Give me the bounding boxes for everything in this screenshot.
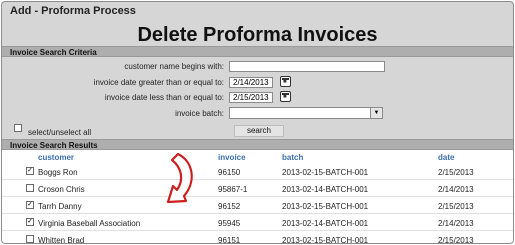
column-header-invoice[interactable]: invoice	[218, 153, 246, 162]
row-checkbox[interactable]: ✓	[26, 218, 34, 226]
table-row[interactable]: Croson Chris 95867-1 2013-02-14-BATCH-00…	[2, 180, 513, 197]
customer-cell: Boggs Ron	[38, 168, 78, 177]
date-to-input[interactable]: 2/15/2013	[229, 92, 273, 103]
invoice-cell: 96152	[218, 202, 241, 211]
customer-name-input[interactable]	[229, 61, 385, 72]
date-cell: 2/15/2013	[438, 168, 474, 177]
row-checkbox[interactable]	[26, 235, 34, 243]
invoice-cell: 96151	[218, 236, 241, 244]
batch-cell: 2013-02-14-BATCH-001	[282, 185, 369, 194]
batch-cell: 2013-02-15-BATCH-001	[282, 168, 369, 177]
date-cell: 2/14/2013	[438, 219, 474, 228]
batch-cell: 2013-02-15-BATCH-001	[282, 236, 369, 244]
date-from-label: invoice date greater than or equal to:	[93, 78, 224, 87]
invoice-cell: 95867-1	[218, 185, 248, 194]
column-header-batch[interactable]: batch	[282, 153, 303, 162]
customer-cell: Whitten Brad	[38, 236, 85, 244]
calendar-icon[interactable]	[280, 91, 291, 102]
results-section-title: Invoice Search Results	[2, 139, 513, 150]
date-cell: 2/15/2013	[438, 202, 474, 211]
criteria-section-title: Invoice Search Criteria	[2, 46, 513, 57]
customer-cell: Virginia Baseball Association	[38, 219, 141, 228]
calendar-icon[interactable]	[280, 76, 291, 87]
window-title: Add - Proforma Process	[10, 5, 136, 17]
customer-cell: Tarrh Danny	[38, 202, 82, 211]
customer-cell: Croson Chris	[38, 185, 85, 194]
results-table: customer invoice batch date ✓ Boggs Ron …	[2, 150, 513, 243]
table-row[interactable]: ✓ Boggs Ron 96150 2013-02-15-BATCH-001 2…	[2, 163, 513, 180]
invoice-cell: 95945	[218, 219, 241, 228]
invoice-cell: 96150	[218, 168, 241, 177]
date-cell: 2/15/2013	[438, 236, 474, 244]
table-row[interactable]: ✓ Tarrh Danny 96152 2013-02-15-BATCH-001…	[2, 197, 513, 214]
window-frame: Add - Proforma Process Delete Proforma I…	[1, 1, 514, 244]
page-title: Delete Proforma Invoices	[137, 24, 378, 46]
customer-name-label: customer name begins with:	[124, 62, 224, 71]
row-checkbox[interactable]: ✓	[26, 201, 34, 209]
chevron-down-icon[interactable]: ▼	[370, 108, 382, 118]
date-to-label: invoice date less than or equal to:	[104, 93, 224, 102]
date-from-input[interactable]: 2/14/2013	[229, 77, 273, 88]
select-all-label: select/unselect all	[28, 128, 92, 137]
invoice-batch-label: invoice batch:	[175, 109, 224, 118]
select-all-checkbox[interactable]	[14, 124, 22, 132]
search-button[interactable]: search	[234, 125, 284, 137]
batch-cell: 2013-02-14-BATCH-001	[282, 219, 369, 228]
invoice-batch-select[interactable]: ▼	[229, 107, 383, 119]
date-cell: 2/14/2013	[438, 185, 474, 194]
row-checkbox[interactable]	[26, 184, 34, 192]
curved-arrow-icon	[166, 152, 193, 204]
column-header-customer[interactable]: customer	[38, 153, 74, 162]
table-row[interactable]: Whitten Brad 96151 2013-02-15-BATCH-001 …	[2, 231, 513, 244]
column-header-date[interactable]: date	[438, 153, 454, 162]
row-checkbox[interactable]: ✓	[26, 167, 34, 175]
table-row[interactable]: ✓ Virginia Baseball Association 95945 20…	[2, 214, 513, 231]
batch-cell: 2013-02-15-BATCH-001	[282, 202, 369, 211]
